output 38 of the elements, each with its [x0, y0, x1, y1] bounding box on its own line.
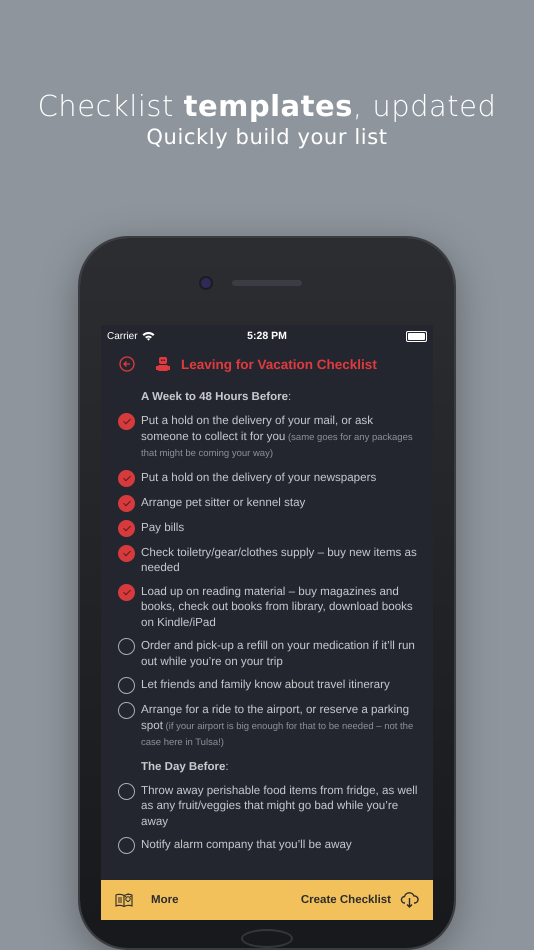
checklist-item-text: Put a hold on the delivery of your newspapers: [141, 470, 376, 485]
checklist-item-text: Arrange pet sitter or kennel stay: [141, 494, 306, 510]
more-button[interactable]: More: [115, 892, 178, 908]
checkbox[interactable]: [118, 702, 135, 719]
camera-icon: [201, 278, 211, 288]
battery-icon: [406, 330, 427, 342]
cloud-download-icon: [400, 892, 419, 908]
checklist-item-text: Let friends and family know about travel itinerary: [141, 677, 390, 692]
section-heading: A Week to 48 Hours Before:: [141, 390, 292, 405]
checkbox[interactable]: [118, 638, 135, 655]
checked-checkbox[interactable]: [118, 494, 135, 512]
headline: Checklist templates, updated: [38, 88, 496, 124]
book-bulb-icon: [115, 892, 133, 908]
subtitle: Quickly build your list: [146, 124, 388, 150]
checked-checkbox[interactable]: [118, 584, 135, 600]
carrier-label: Carrier: [107, 330, 138, 342]
status-time: 5:28 PM: [247, 330, 287, 342]
back-icon[interactable]: [119, 356, 135, 372]
checklist-item-text: Arrange for a ride to the airport, or reserve a parking spot (if your airport is big enough for that to be needed – not the case here in Tulsa!): [141, 702, 414, 750]
checklist-item-text: Load up on reading material – buy magazines and books, check out books from library, download books on Kindle/iPad: [141, 584, 414, 630]
create-checklist-button[interactable]: Create Checklist: [300, 892, 419, 908]
checklist-item-text: Throw away perishable food items from fridge, as well as any fruit/veggies that might go bad while you’re away: [141, 782, 418, 829]
checkbox[interactable]: [118, 782, 135, 800]
checkbox[interactable]: [118, 837, 135, 854]
section-heading: The Day Before:: [141, 760, 230, 774]
checked-checkbox[interactable]: [118, 544, 135, 562]
checklist-item-text: Put a hold on the delivery of your mail, or ask someone to collect it for you (same goes for any packages that might be coming your way): [141, 413, 414, 461]
checkbox[interactable]: [118, 677, 135, 694]
checked-checkbox[interactable]: [118, 520, 135, 536]
nav-title: Leaving for Vacation Checklist: [181, 356, 377, 372]
checklist-item-text: Check toiletry/gear/clothes supply – buy new items as needed: [141, 544, 418, 576]
wifi-icon: [142, 331, 155, 341]
checklist-item-text: Pay bills: [141, 520, 184, 535]
checked-checkbox[interactable]: [118, 470, 135, 486]
checklist-item-text: Order and pick-up a refill on your medication if it’ll run out while you’re on your trip: [141, 638, 416, 669]
checked-checkbox[interactable]: [118, 413, 135, 430]
checklist-item-text: Notify alarm company that you’ll be away: [141, 837, 352, 852]
robot-icon: [156, 356, 170, 372]
